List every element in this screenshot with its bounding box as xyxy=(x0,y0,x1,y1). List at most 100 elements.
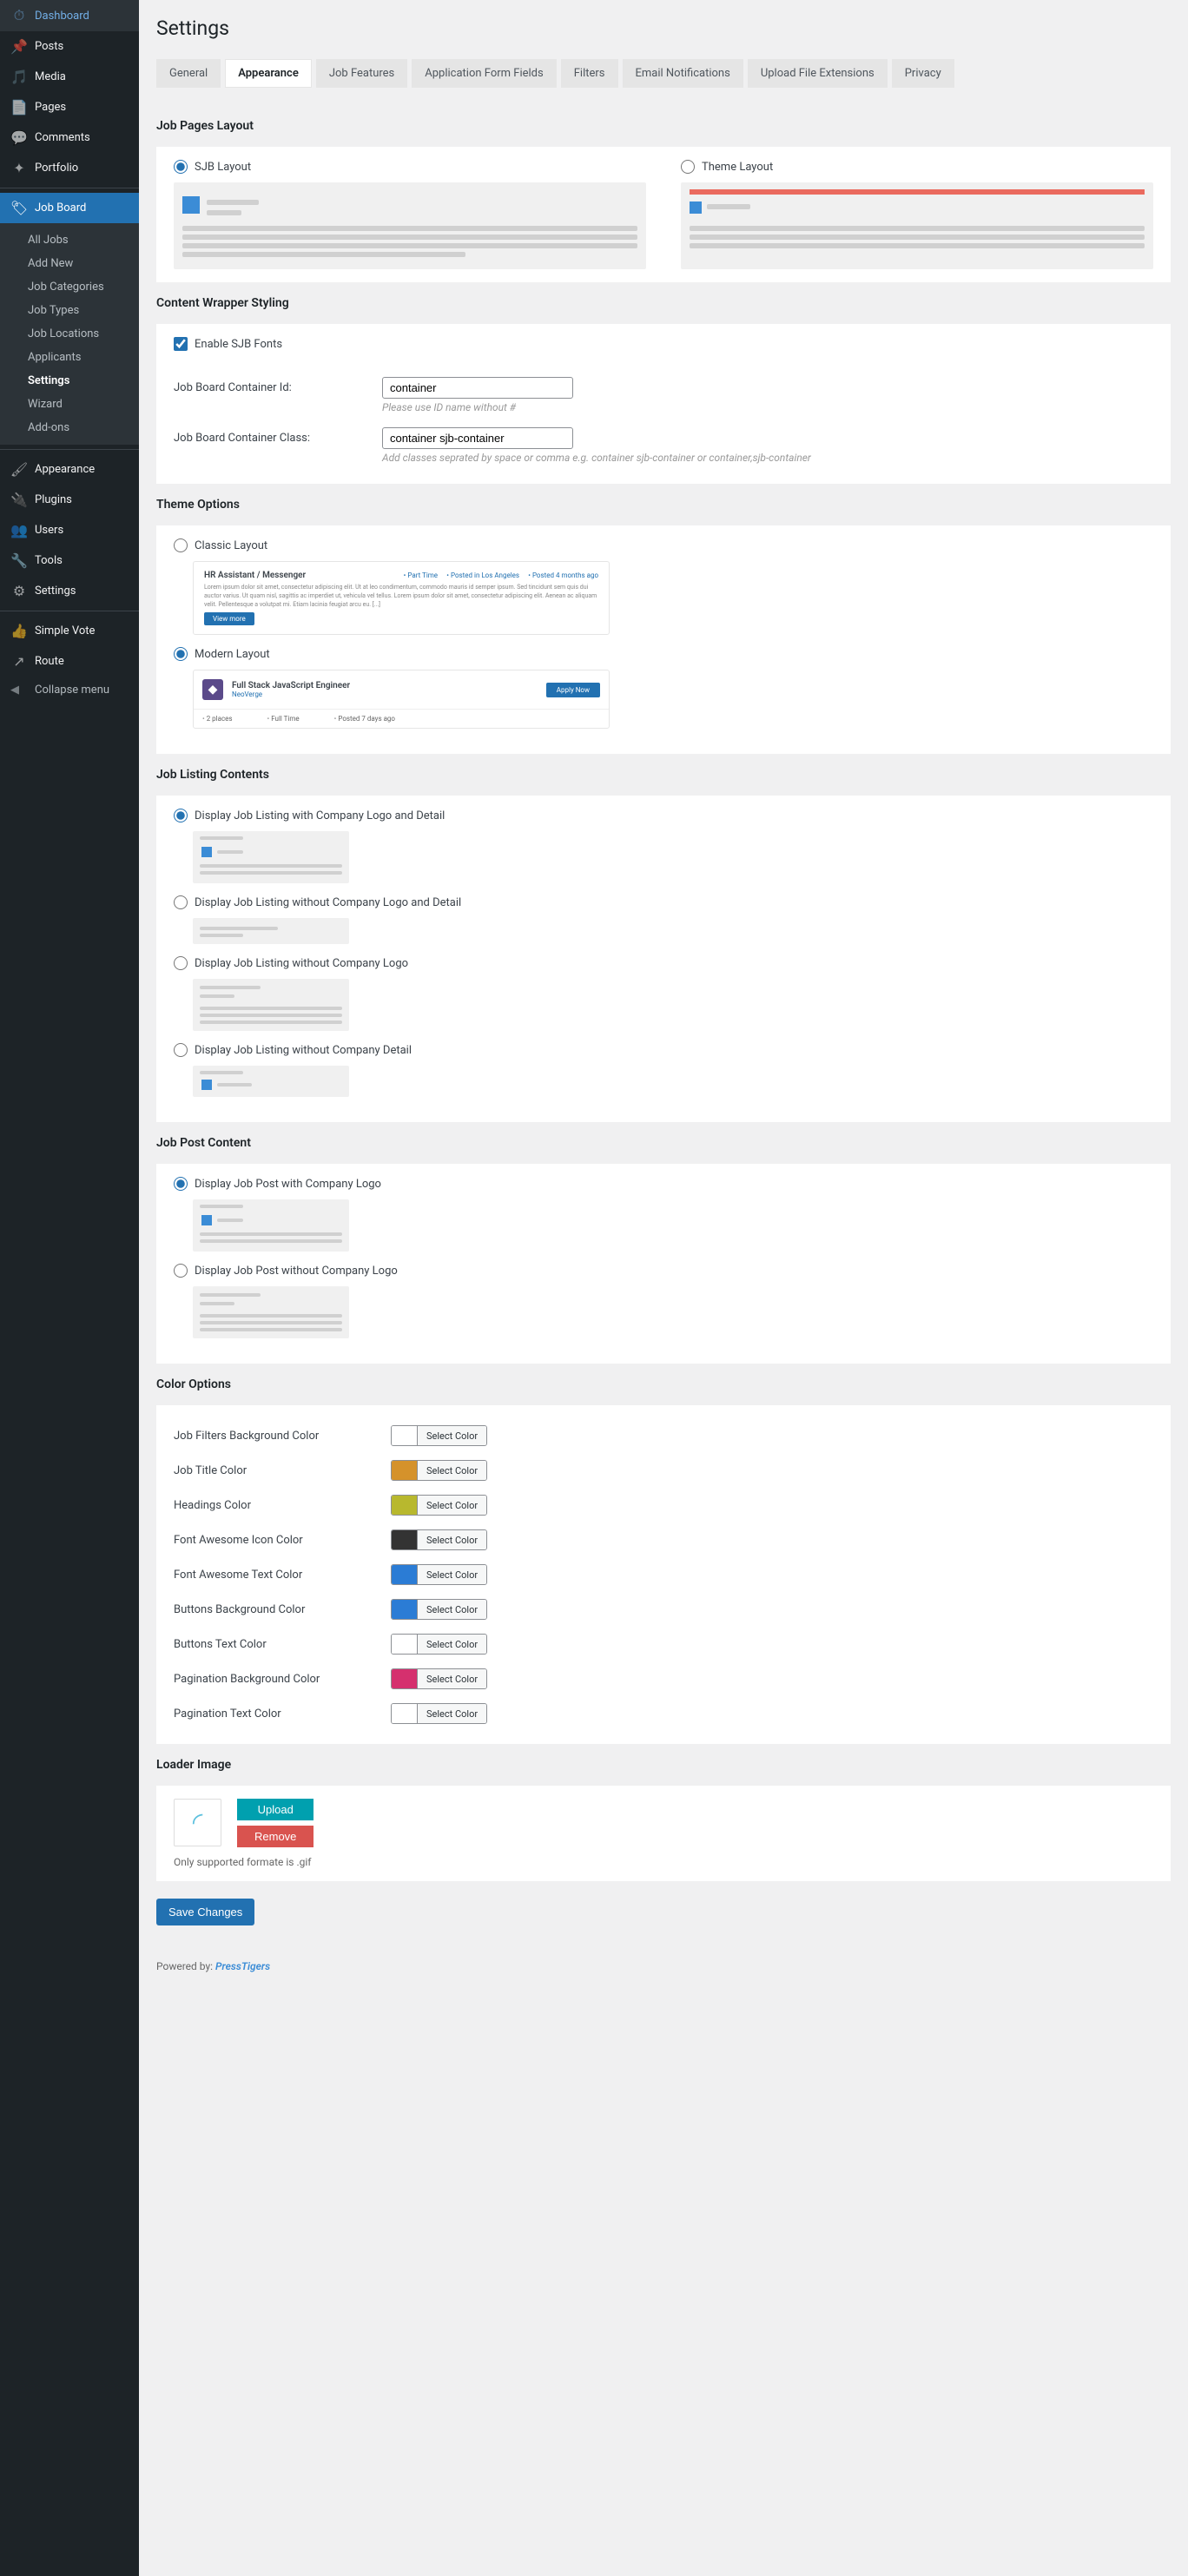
color-picker[interactable]: Select Color xyxy=(391,1529,487,1550)
comment-icon: 💬 xyxy=(10,129,28,146)
upload-button[interactable]: Upload xyxy=(237,1799,314,1820)
preview-post-2 xyxy=(193,1286,349,1338)
color-swatch xyxy=(392,1635,418,1655)
radio-sjb-input[interactable] xyxy=(174,160,188,174)
tab-application-form-fields[interactable]: Application Form Fields xyxy=(412,59,556,88)
panel-listing: Display Job Listing with Company Logo an… xyxy=(156,796,1171,1122)
submenu-item-job-types[interactable]: Job Types xyxy=(0,299,139,322)
select-color-button[interactable]: Select Color xyxy=(418,1461,486,1480)
menu-label: Portfolio xyxy=(35,162,78,175)
color-swatch xyxy=(392,1530,418,1550)
preview-sjb-layout xyxy=(174,182,646,269)
menu-item-posts[interactable]: 📌Posts xyxy=(0,31,139,62)
remove-button[interactable]: Remove xyxy=(237,1826,314,1847)
loader-image-preview: ◜ xyxy=(174,1799,221,1846)
menu-item-portfolio[interactable]: ✦Portfolio xyxy=(0,153,139,183)
menu-item-comments[interactable]: 💬Comments xyxy=(0,122,139,153)
menu-item-job-board[interactable]: 🏷Job Board xyxy=(0,193,139,223)
select-color-button[interactable]: Select Color xyxy=(418,1426,486,1445)
select-color-button[interactable]: Select Color xyxy=(418,1704,486,1723)
radio-listing-2[interactable]: Display Job Listing without Company Logo… xyxy=(174,895,1153,909)
checkbox-enable-fonts-input[interactable] xyxy=(174,337,188,351)
select-color-button[interactable]: Select Color xyxy=(418,1600,486,1619)
color-picker[interactable]: Select Color xyxy=(391,1703,487,1724)
radio-sjb-layout[interactable]: SJB Layout xyxy=(174,160,646,174)
submenu-item-add-ons[interactable]: Add-ons xyxy=(0,416,139,439)
input-container-id[interactable] xyxy=(382,377,573,399)
submenu-item-wizard[interactable]: Wizard xyxy=(0,393,139,416)
select-color-button[interactable]: Select Color xyxy=(418,1530,486,1549)
color-picker[interactable]: Select Color xyxy=(391,1564,487,1585)
label-container-id: Job Board Container Id: xyxy=(174,377,382,394)
menu-item-media[interactable]: 🎵Media xyxy=(0,62,139,92)
menu-item-dashboard[interactable]: ⏱Dashboard xyxy=(0,0,139,31)
radio-post-2[interactable]: Display Job Post without Company Logo xyxy=(174,1264,1153,1278)
tab-privacy[interactable]: Privacy xyxy=(892,59,954,88)
color-row-6: Buttons Text Color Select Color xyxy=(174,1627,1153,1661)
menu-item-settings[interactable]: ⚙Settings xyxy=(0,576,139,606)
section-title-post: Job Post Content xyxy=(156,1122,1171,1164)
menu-label: Simple Vote xyxy=(35,624,95,637)
submenu-item-job-locations[interactable]: Job Locations xyxy=(0,322,139,346)
menu-item-pages[interactable]: 📄Pages xyxy=(0,92,139,122)
submenu-item-settings[interactable]: Settings xyxy=(0,369,139,393)
tab-email-notifications[interactable]: Email Notifications xyxy=(623,59,743,88)
menu-item-tools[interactable]: 🔧Tools xyxy=(0,545,139,576)
select-color-button[interactable]: Select Color xyxy=(418,1669,486,1688)
radio-modern-label: Modern Layout xyxy=(195,648,270,661)
select-color-button[interactable]: Select Color xyxy=(418,1565,486,1584)
color-picker[interactable]: Select Color xyxy=(391,1634,487,1655)
radio-theme-layout[interactable]: Theme Layout xyxy=(681,160,1153,174)
collapse-menu[interactable]: ◀ Collapse menu xyxy=(0,677,139,703)
pages-icon: 📄 xyxy=(10,99,28,116)
radio-classic[interactable]: Classic Layout xyxy=(174,538,1153,552)
plug-icon: 🔌 xyxy=(10,492,28,508)
menu-label: Plugins xyxy=(35,493,72,506)
radio-theme-input[interactable] xyxy=(681,160,695,174)
color-picker[interactable]: Select Color xyxy=(391,1599,487,1620)
tab-appearance[interactable]: Appearance xyxy=(225,59,312,88)
tag-icon: 🏷 xyxy=(10,200,28,216)
color-picker[interactable]: Select Color xyxy=(391,1425,487,1446)
color-swatch xyxy=(392,1704,418,1724)
select-color-button[interactable]: Select Color xyxy=(418,1635,486,1654)
color-picker[interactable]: Select Color xyxy=(391,1495,487,1516)
color-row-4: Font Awesome Text Color Select Color xyxy=(174,1557,1153,1592)
submenu-item-all-jobs[interactable]: All Jobs xyxy=(0,228,139,252)
radio-classic-input[interactable] xyxy=(174,538,188,552)
radio-listing-1[interactable]: Display Job Listing with Company Logo an… xyxy=(174,809,1153,822)
radio-listing-3[interactable]: Display Job Listing without Company Logo xyxy=(174,956,1153,970)
checkbox-enable-fonts[interactable]: Enable SJB Fonts xyxy=(174,337,1153,351)
section-title-pages-layout: Job Pages Layout xyxy=(156,105,1171,147)
color-picker[interactable]: Select Color xyxy=(391,1460,487,1481)
panel-theme-options: Classic Layout HR Assistant / Messenger … xyxy=(156,525,1171,754)
users-icon: 👥 xyxy=(10,522,28,538)
radio-listing-4[interactable]: Display Job Listing without Company Deta… xyxy=(174,1043,1153,1057)
submenu-item-applicants[interactable]: Applicants xyxy=(0,346,139,369)
menu-item-simple-vote[interactable]: 👍Simple Vote xyxy=(0,616,139,646)
submenu-item-add-new[interactable]: Add New xyxy=(0,252,139,275)
menu-item-route[interactable]: ↗Route xyxy=(0,646,139,677)
tab-general[interactable]: General xyxy=(156,59,221,88)
input-container-class[interactable] xyxy=(382,427,573,449)
tab-job-features[interactable]: Job Features xyxy=(316,59,407,88)
submenu-job-board: All JobsAdd NewJob CategoriesJob TypesJo… xyxy=(0,223,139,445)
radio-post-1[interactable]: Display Job Post with Company Logo xyxy=(174,1177,1153,1191)
menu-item-users[interactable]: 👥Users xyxy=(0,515,139,545)
tab-filters[interactable]: Filters xyxy=(561,59,618,88)
save-button[interactable]: Save Changes xyxy=(156,1899,254,1925)
section-title-wrapper: Content Wrapper Styling xyxy=(156,282,1171,324)
menu-item-plugins[interactable]: 🔌 Plugins xyxy=(0,485,139,515)
section-title-loader: Loader Image xyxy=(156,1744,1171,1786)
radio-modern[interactable]: Modern Layout xyxy=(174,647,1153,661)
color-row-8: Pagination Text Color Select Color xyxy=(174,1696,1153,1731)
menu-item-appearance[interactable]: 🖌Appearance xyxy=(0,454,139,485)
tab-upload-file-extensions[interactable]: Upload File Extensions xyxy=(748,59,888,88)
color-label: Pagination Text Color xyxy=(174,1707,391,1721)
submenu-item-job-categories[interactable]: Job Categories xyxy=(0,275,139,299)
brush-icon: 🖌 xyxy=(10,461,28,478)
radio-modern-input[interactable] xyxy=(174,647,188,661)
select-color-button[interactable]: Select Color xyxy=(418,1496,486,1515)
color-picker[interactable]: Select Color xyxy=(391,1668,487,1689)
wrench-icon: 🔧 xyxy=(10,552,28,569)
